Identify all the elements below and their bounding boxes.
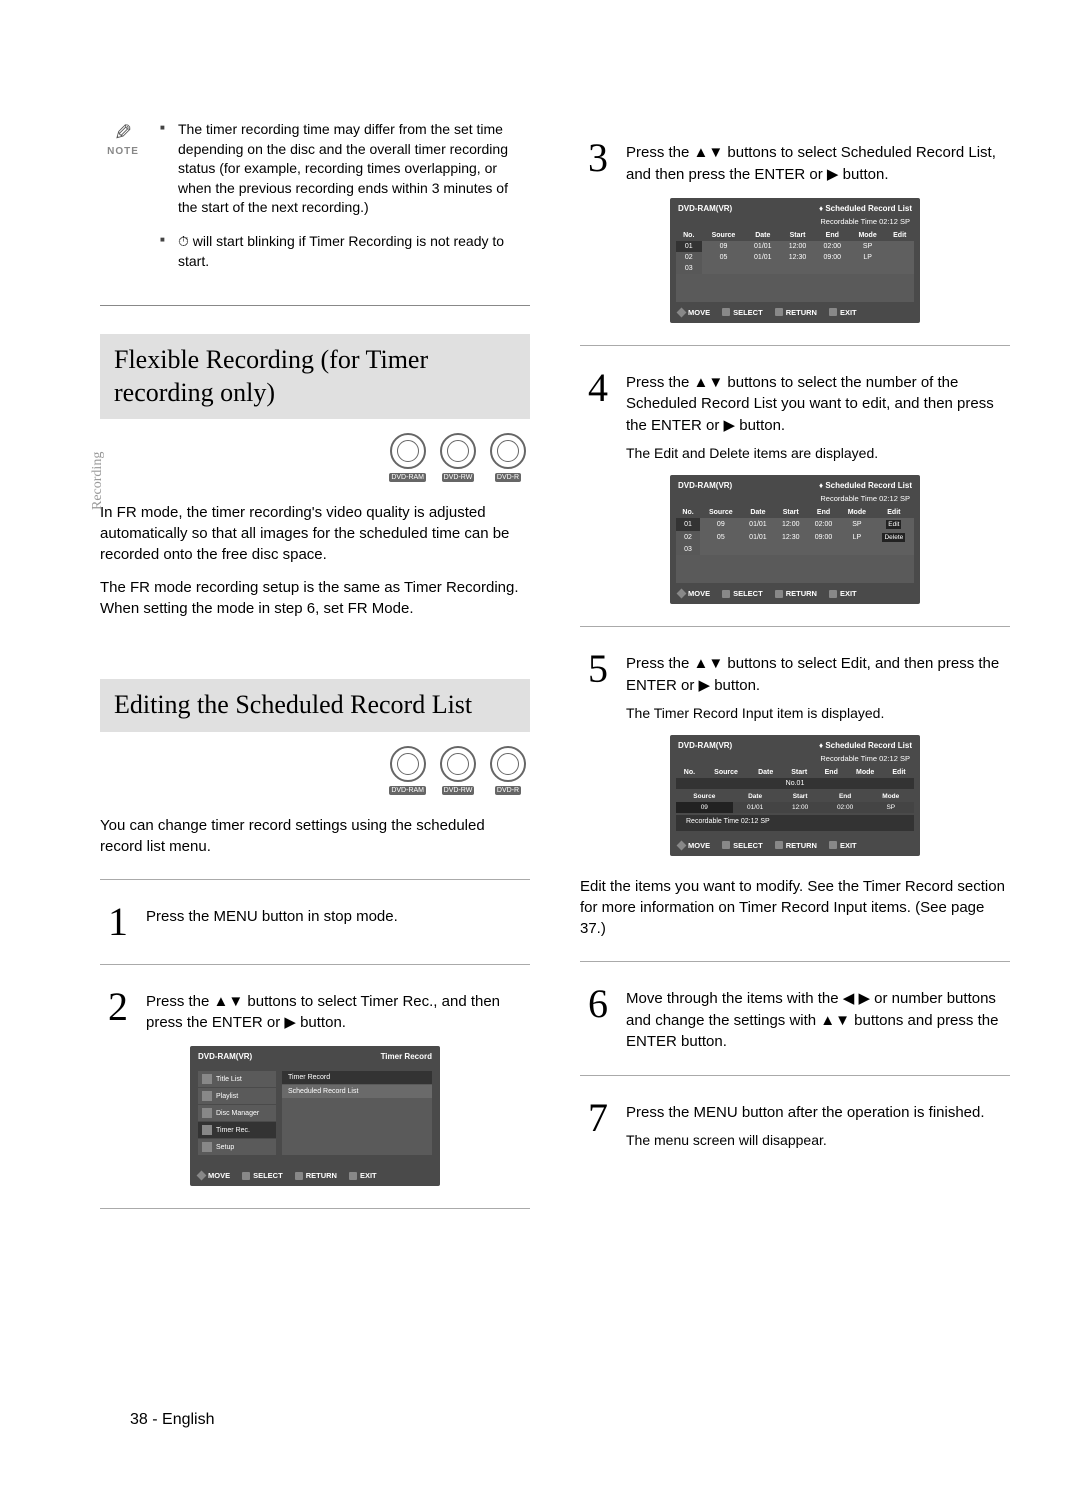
divider [580,626,1010,627]
disc-icon [390,746,426,782]
right-column: 3 Press the ▲▼ buttons to select Schedul… [580,120,1010,1231]
menu-item: Timer Rec. [198,1122,276,1138]
screen-footer: MOVE SELECT RETURN EXIT [190,1165,440,1186]
disc-icon [390,433,426,469]
step-text: Press the ▲▼ buttons to select the numbe… [626,374,994,435]
step-subtext: The Edit and Delete items are displayed. [626,443,1010,463]
move-icon [197,1171,207,1181]
select-icon [242,1172,250,1180]
divider [100,964,530,965]
disc-icon [440,746,476,782]
divider [580,961,1010,962]
note-item: The timer recording time may differ from… [174,120,530,218]
screen-subtitle: Timer Record [381,1052,432,1061]
step-2: 2 Press the ▲▼ buttons to select Timer R… [100,987,530,1035]
screen-title: DVD-RAM(VR) [198,1052,252,1061]
divider [100,305,530,306]
step-subtext: The menu screen will disappear. [626,1130,985,1150]
divider [100,879,530,880]
step-number: 4 [580,368,616,464]
step-5: 5 Press the ▲▼ buttons to select Edit, a… [580,649,1010,723]
note-icon: ✎ [100,120,146,146]
note-item: ⏱ will start blinking if Timer Recording… [174,232,530,271]
step-1: 1 Press the MENU button in stop mode. [100,902,530,942]
left-column: ✎ NOTE The timer recording time may diff… [100,120,530,1231]
step-3: 3 Press the ▲▼ buttons to select Schedul… [580,138,1010,186]
section-title-editing: Editing the Scheduled Record List [100,679,530,732]
step-number: 2 [100,987,136,1035]
screenshot-timer-menu: DVD-RAM(VR) Timer Record Title List Play… [190,1046,440,1186]
disc-icon [440,433,476,469]
disc-badges: DVD-RAM DVD-RW DVD-R [100,746,526,795]
section-title-flexible: Flexible Recording (for Timer recording … [100,334,530,419]
screenshot-sched-edit-delete: DVD-RAM(VR) ♦ Scheduled Record List Reco… [670,475,920,604]
body-text: You can change timer record settings usi… [100,815,530,857]
step-text: Move through the items with the ◀ ▶ or n… [626,984,1010,1053]
panel-item: Scheduled Record List [282,1085,432,1098]
step-text: Press the MENU button in stop mode. [146,902,398,942]
menu-item: Playlist [198,1088,276,1104]
return-icon [295,1172,303,1180]
body-text: Edit the items you want to modify. See t… [580,876,1010,939]
screenshot-timer-input: DVD-RAM(VR) ♦ Scheduled Record List Reco… [670,735,920,856]
step-text: Press the ▲▼ buttons to select Edit, and… [626,655,999,694]
disc-badges: DVD-RAM DVD-RW DVD-R [100,433,526,482]
menu-item: Disc Manager [198,1105,276,1121]
step-text: Press the ▲▼ buttons to select Scheduled… [626,138,1010,186]
step-number: 5 [580,649,616,723]
panel-item: Timer Record [282,1071,432,1084]
disc-icon [490,433,526,469]
step-text: Press the ▲▼ buttons to select Timer Rec… [146,987,530,1035]
step-6: 6 Move through the items with the ◀ ▶ or… [580,984,1010,1053]
step-number: 7 [580,1098,616,1150]
menu-item: Title List [198,1071,276,1087]
step-subtext: The Timer Record Input item is displayed… [626,703,1010,723]
note-label: NOTE [100,146,146,157]
step-7: 7 Press the MENU button after the operat… [580,1098,1010,1150]
step-number: 1 [100,902,136,942]
exit-icon [349,1172,357,1180]
note-block: ✎ NOTE The timer recording time may diff… [100,120,530,285]
divider [580,1075,1010,1076]
divider [580,345,1010,346]
divider [100,1208,530,1209]
body-text: In FR mode, the timer recording's video … [100,502,530,565]
step-number: 3 [580,138,616,186]
step-number: 6 [580,984,616,1053]
step-4: 4 Press the ▲▼ buttons to select the num… [580,368,1010,464]
step-text: Press the MENU button after the operatio… [626,1104,985,1121]
disc-icon [490,746,526,782]
body-text: The FR mode recording setup is the same … [100,577,530,619]
page-footer: 38 - English [130,1411,215,1429]
side-tab: Recording [90,452,106,510]
menu-item: Setup [198,1139,276,1155]
screenshot-sched-list: DVD-RAM(VR) ♦ Scheduled Record List Reco… [670,198,920,323]
